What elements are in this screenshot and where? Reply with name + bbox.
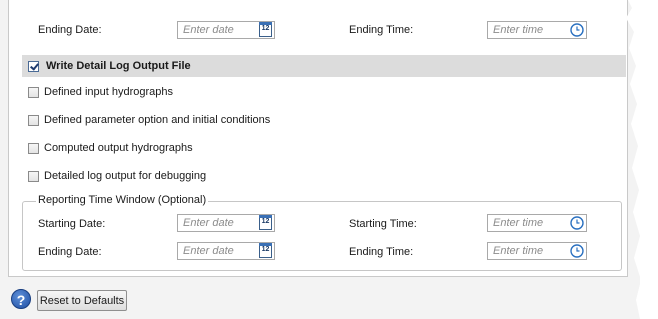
ending-date-label: Ending Date: [38, 246, 102, 258]
option-item[interactable]: Computed output hydrographs [28, 137, 193, 159]
option-checkbox[interactable] [28, 142, 39, 154]
reporting-time-window-title: Reporting Time Window (Optional) [36, 194, 209, 206]
top-ending-time-input[interactable] [488, 22, 563, 38]
option-item[interactable]: Defined parameter option and initial con… [28, 109, 270, 131]
reset-to-defaults-button[interactable]: Reset to Defaults [37, 290, 127, 311]
starting-date-input[interactable] [178, 215, 253, 231]
top-ending-time-label: Ending Time: [349, 24, 414, 36]
ending-date-field[interactable]: 12 [177, 242, 275, 260]
ending-date-input[interactable] [178, 243, 253, 259]
top-ending-date-label: Ending Date: [38, 24, 102, 36]
clock-icon[interactable] [570, 216, 584, 230]
calendar-icon[interactable]: 12 [259, 243, 272, 258]
detail-log-option[interactable]: Write Detail Log Output File [28, 55, 191, 77]
starting-time-input[interactable] [488, 215, 563, 231]
option-label: Defined parameter option and initial con… [44, 114, 271, 126]
ending-time-field[interactable] [487, 242, 587, 260]
clock-icon[interactable] [570, 23, 584, 37]
option-checkbox[interactable] [28, 114, 39, 126]
dialog-panel: Ending Date: 12 Ending Time: Write Detai… [0, 0, 640, 319]
top-ending-date-input[interactable] [178, 22, 253, 38]
starting-time-label: Starting Time: [349, 218, 417, 230]
option-checkbox[interactable] [28, 86, 39, 98]
reporting-time-window-group [22, 201, 622, 271]
starting-date-label: Starting Date: [38, 218, 106, 230]
ending-time-input[interactable] [488, 243, 563, 259]
top-ending-time-field[interactable] [487, 21, 587, 39]
ending-time-label: Ending Time: [349, 246, 414, 258]
top-ending-date-field[interactable]: 12 [177, 21, 275, 39]
calendar-icon[interactable]: 12 [259, 215, 272, 230]
help-icon[interactable]: ? [11, 289, 31, 309]
detail-log-checkbox[interactable] [28, 60, 39, 72]
option-label: Detailed log output for debugging [44, 170, 207, 182]
starting-date-field[interactable]: 12 [177, 214, 275, 232]
detail-log-label: Write Detail Log Output File [46, 60, 191, 72]
option-item[interactable]: Detailed log output for debugging [28, 165, 206, 187]
option-item[interactable]: Defined input hydrographs [28, 81, 173, 103]
starting-time-field[interactable] [487, 214, 587, 232]
option-checkbox[interactable] [28, 170, 39, 182]
option-label: Computed output hydrographs [44, 142, 193, 154]
clock-icon[interactable] [570, 244, 584, 258]
option-label: Defined input hydrographs [44, 86, 174, 98]
calendar-icon[interactable]: 12 [259, 22, 272, 37]
